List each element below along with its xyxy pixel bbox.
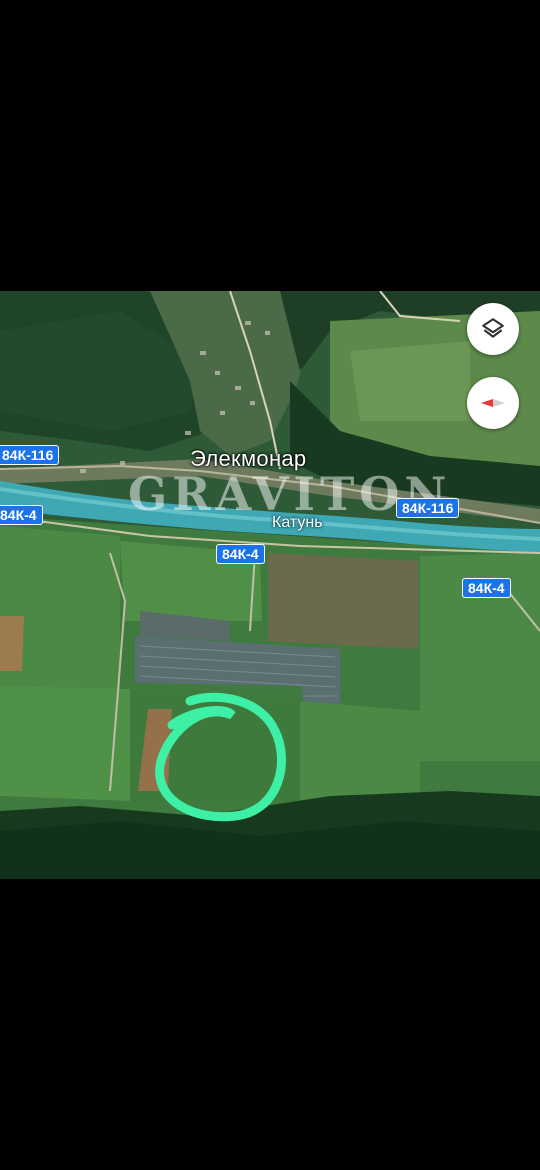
- compass-button[interactable]: [467, 377, 519, 429]
- road-shield-84k-116-right[interactable]: 84К-116: [396, 498, 460, 518]
- road-shield-84k-4-right[interactable]: 84К-4: [462, 578, 511, 598]
- compass-icon: [481, 399, 505, 407]
- layers-icon: [482, 318, 504, 338]
- satellite-map[interactable]: Элекмонар GRAVITON Катунь 84К-116 84К-4 …: [0, 291, 540, 879]
- layers-button[interactable]: [467, 303, 519, 355]
- river-label-katun: Катунь: [272, 514, 323, 531]
- road-shield-84k-116-left[interactable]: 84К-116: [0, 445, 60, 465]
- road-shield-84k-4-left[interactable]: 84К-4: [0, 505, 43, 525]
- highlight-circle: [155, 692, 286, 822]
- road-shield-84k-4-center[interactable]: 84К-4: [216, 544, 265, 564]
